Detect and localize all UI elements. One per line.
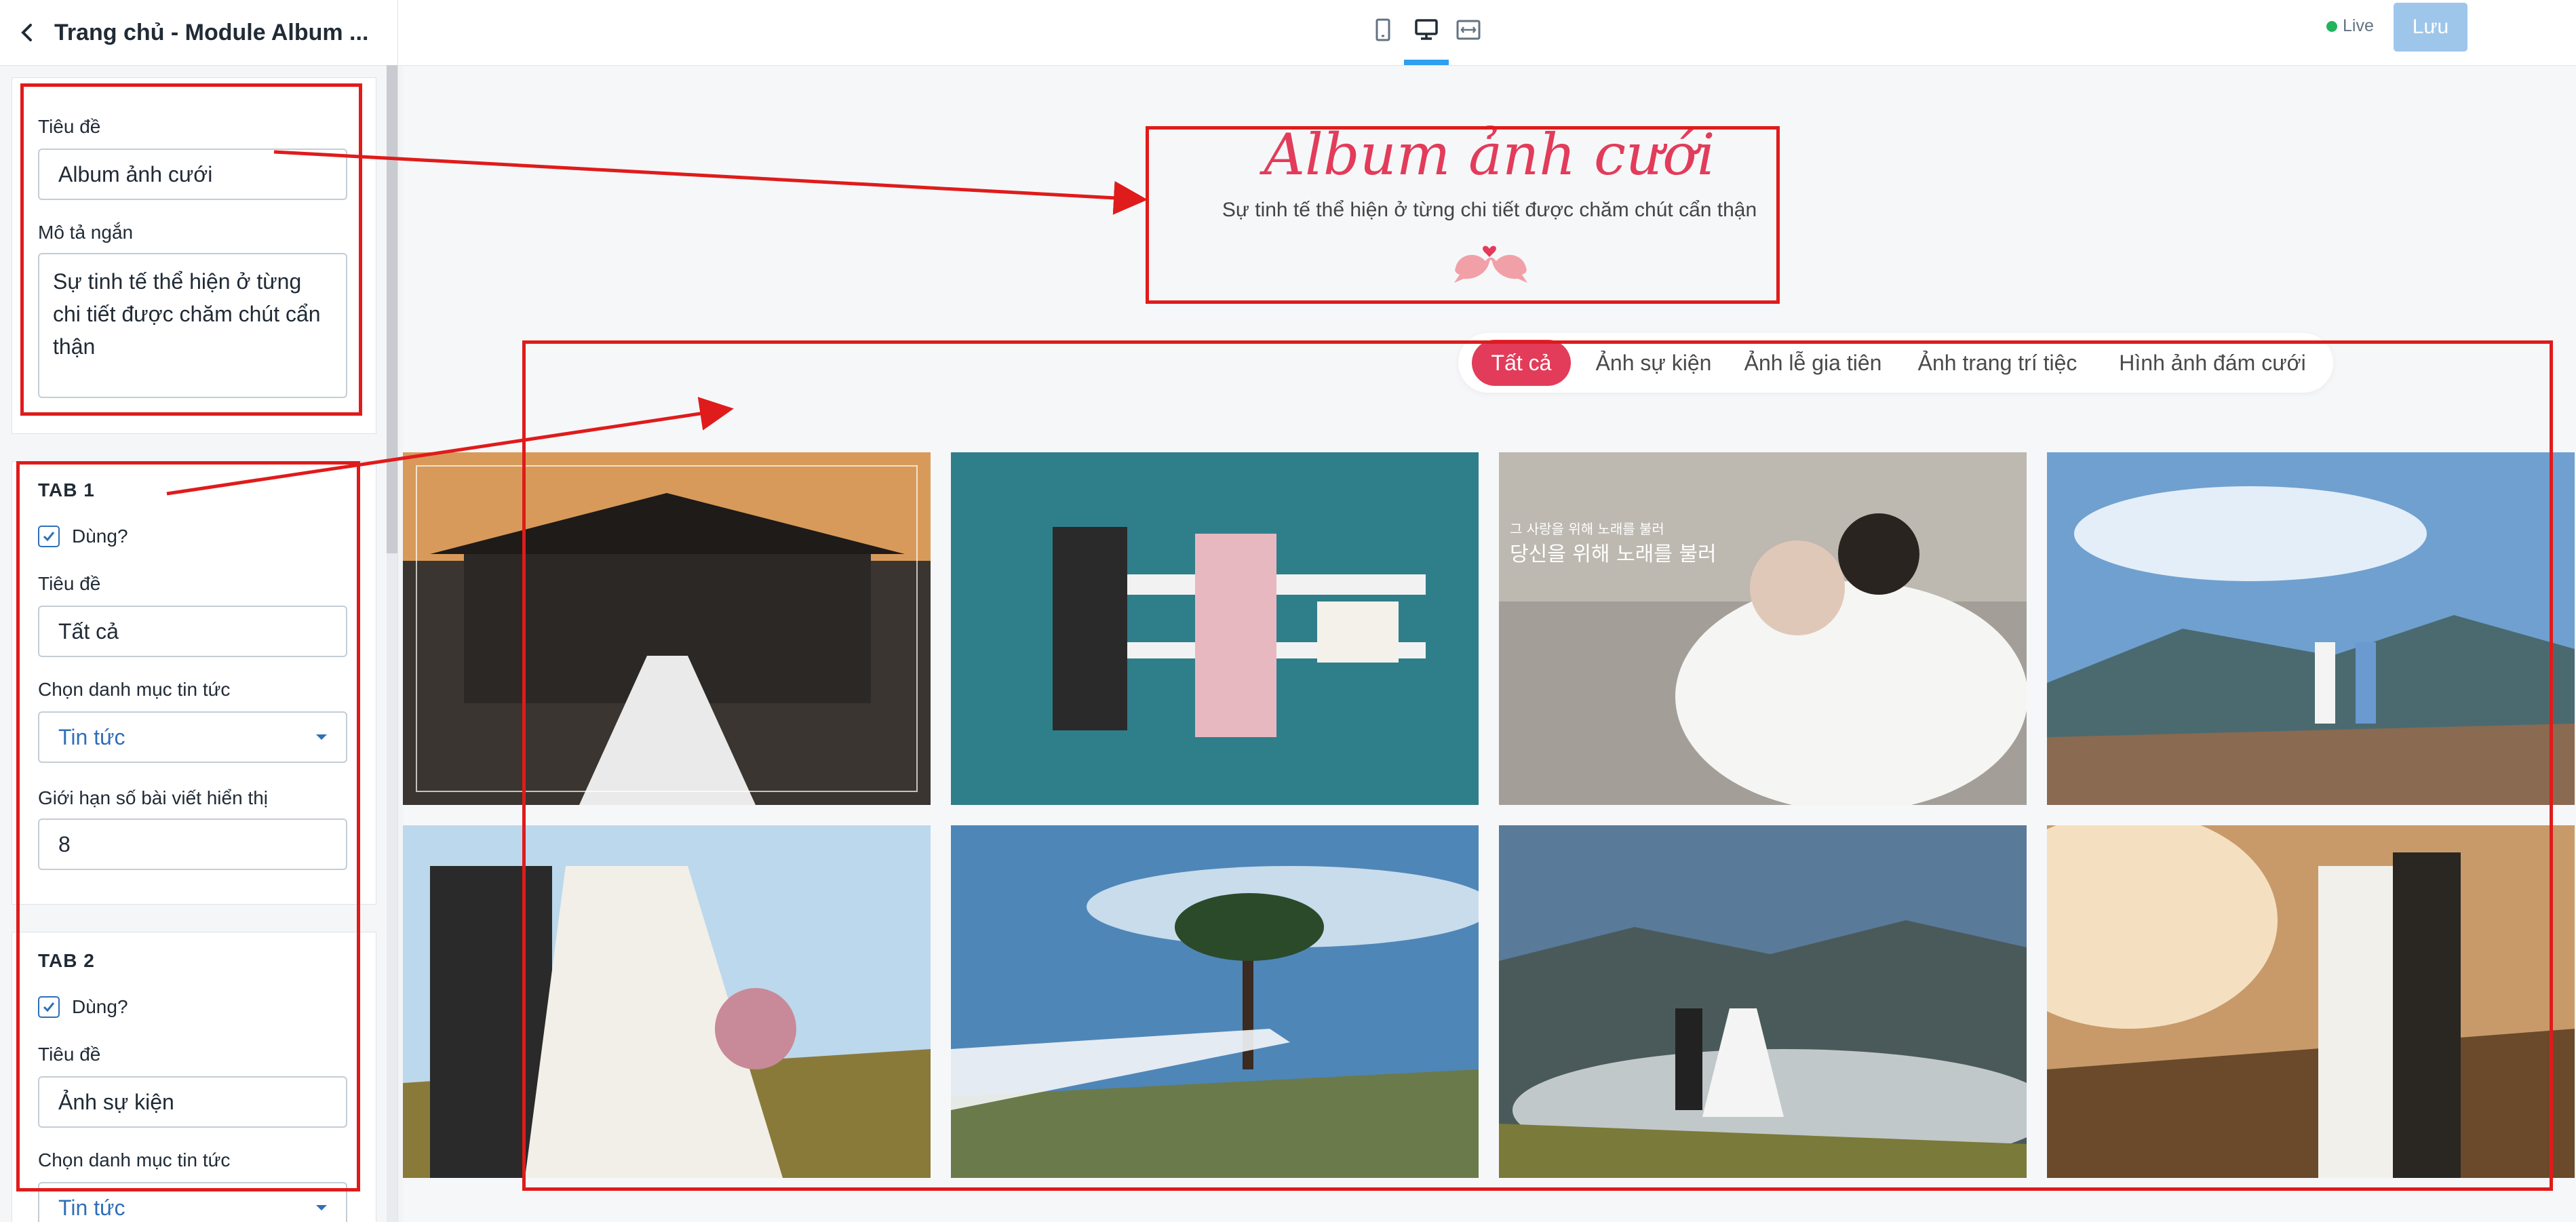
tab-event-photos[interactable]: Ảnh sự kiện xyxy=(1591,333,1716,393)
album-photo-6[interactable] xyxy=(951,825,1479,1178)
check-icon xyxy=(43,532,55,542)
album-title: Album ảnh cưới xyxy=(1264,121,1715,188)
album-photo-1[interactable] xyxy=(403,452,931,805)
tab1-card: TAB 1 Dùng? Tiêu đề Tất cả Chọn danh mục… xyxy=(12,461,376,905)
album-photo-3[interactable]: 그 사랑을 위해 노래를 불러 당신을 위해 노래를 불러 xyxy=(1499,452,2027,805)
editor-topbar: Live Lưu xyxy=(398,0,2576,66)
sidebar-title: Trang chủ - Module Album ... xyxy=(54,19,369,45)
tab2-enabled-row[interactable]: Dùng? xyxy=(38,996,128,1018)
tab1-title-label: Tiêu đề xyxy=(38,573,101,594)
page-preview: Album ảnh cưới Sự tinh tế thể hiện ở từn… xyxy=(403,66,2576,1222)
love-birds-icon xyxy=(1454,245,1527,283)
tab1-enabled-row[interactable]: Dùng? xyxy=(38,526,128,547)
tab1-enabled-label: Dùng? xyxy=(72,526,128,547)
tab-ceremony-photos[interactable]: Ảnh lễ gia tiên xyxy=(1736,333,1890,393)
live-label: Live xyxy=(2343,16,2374,35)
album-description: Sự tinh tế thể hiện ở từng chi tiết được… xyxy=(1222,199,1757,221)
scrollbar-thumb[interactable] xyxy=(387,65,397,553)
live-dot-icon xyxy=(2326,20,2337,32)
back-arrow-icon[interactable] xyxy=(0,0,54,65)
tab2-category-value: Tin tức xyxy=(58,1195,125,1220)
live-status: Live xyxy=(2326,16,2374,36)
photo-overlay-text-2: 당신을 위해 노래를 불러 xyxy=(1510,543,1717,566)
fullwidth-view-button[interactable] xyxy=(1451,12,1486,47)
mobile-icon xyxy=(1375,18,1390,41)
tab1-enabled-checkbox[interactable] xyxy=(38,526,60,547)
tab1-category-select[interactable]: Tin tức xyxy=(38,711,347,763)
tab1-limit-label: Giới hạn số bài viết hiển thị xyxy=(38,787,268,808)
active-device-indicator xyxy=(1404,60,1449,65)
album-photo-7[interactable] xyxy=(1499,825,2027,1178)
description-textarea[interactable]: Sự tinh tế thể hiện ở từng chi tiết được… xyxy=(38,253,347,398)
tab2-title-label: Tiêu đề xyxy=(38,1044,101,1065)
tab1-category-label: Chọn danh mục tin tức xyxy=(38,679,231,700)
mobile-view-button[interactable] xyxy=(1365,12,1401,47)
check-icon xyxy=(43,1002,55,1012)
tab1-category-value: Tin tức xyxy=(58,724,125,749)
tab1-title-input[interactable]: Tất cả xyxy=(38,606,347,657)
desktop-view-button[interactable] xyxy=(1409,12,1444,47)
title-input[interactable]: Album ảnh cưới xyxy=(38,149,347,200)
desktop-icon xyxy=(1415,19,1438,40)
tab2-category-label: Chọn danh mục tin tức xyxy=(38,1149,231,1170)
album-photo-2[interactable] xyxy=(951,452,1479,805)
description-label: Mô tả ngắn xyxy=(38,222,134,243)
tab2-enabled-checkbox[interactable] xyxy=(38,996,60,1018)
section-main-card: Tiêu đề Album ảnh cưới Mô tả ngắn Sự tin… xyxy=(12,77,376,434)
album-photo-8[interactable] xyxy=(2047,825,2575,1178)
sidebar-scrollbar[interactable] xyxy=(387,65,397,1222)
save-button[interactable]: Lưu xyxy=(2394,3,2467,52)
album-photo-5[interactable] xyxy=(403,825,931,1178)
album-photo-4[interactable] xyxy=(2047,452,2575,805)
tab2-enabled-label: Dùng? xyxy=(72,996,128,1017)
fullwidth-icon xyxy=(1456,20,1481,40)
settings-sidebar: Trang chủ - Module Album ... Tiêu đề Alb… xyxy=(0,0,398,1222)
tab2-heading: TAB 2 xyxy=(38,950,95,971)
album-tabs: Tất cả Ảnh sự kiện Ảnh lễ gia tiên Ảnh t… xyxy=(1458,333,2333,393)
tab2-category-select[interactable]: Tin tức xyxy=(38,1182,347,1222)
tab-all[interactable]: Tất cả xyxy=(1472,340,1571,386)
tab-wedding-photos[interactable]: Hình ảnh đám cưới xyxy=(2107,333,2318,393)
tab1-heading: TAB 1 xyxy=(38,479,95,500)
title-label: Tiêu đề xyxy=(38,116,101,137)
tab-decoration-photos[interactable]: Ảnh trang trí tiệc xyxy=(1909,333,2086,393)
chevron-down-icon xyxy=(316,734,327,740)
tab2-card: TAB 2 Dùng? Tiêu đề Ảnh sự kiện Chọn dan… xyxy=(12,932,376,1222)
sidebar-header: Trang chủ - Module Album ... xyxy=(0,0,397,66)
tab1-limit-input[interactable]: 8 xyxy=(38,819,347,870)
photo-overlay-text-1: 그 사랑을 위해 노래를 불러 xyxy=(1510,521,1664,537)
tab2-title-input[interactable]: Ảnh sự kiện xyxy=(38,1076,347,1128)
chevron-down-icon xyxy=(316,1205,327,1210)
